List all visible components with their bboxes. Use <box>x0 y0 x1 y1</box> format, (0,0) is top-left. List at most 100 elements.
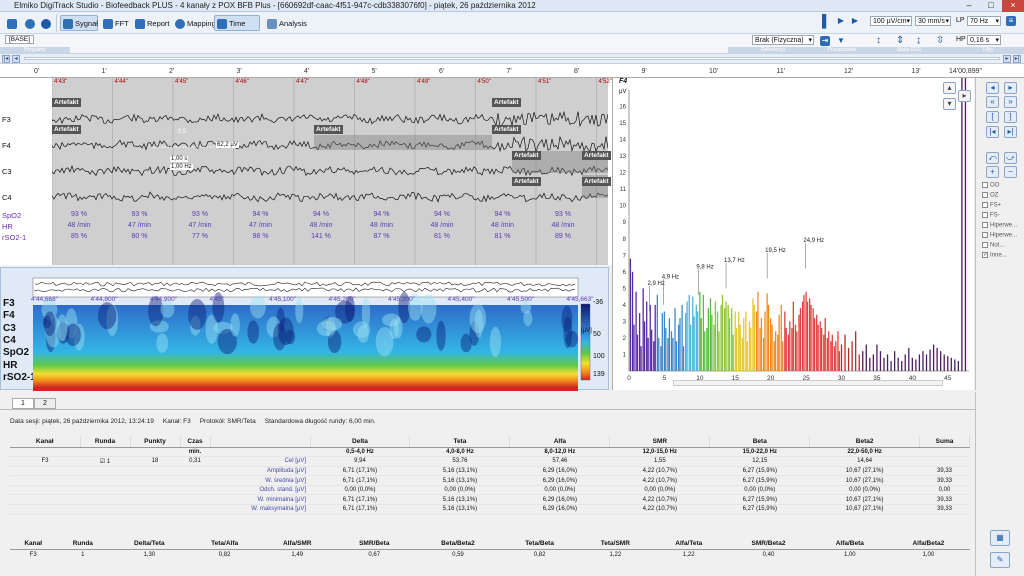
ratio-header: Beta/Beta2 <box>413 538 502 550</box>
checkbox-box[interactable] <box>982 212 988 218</box>
scroll-right-icon[interactable]: ▸ <box>1004 82 1017 94</box>
eeg-panel[interactable]: F3 F4 C3 C4 SpO2 HR rSO2-1 4'43" 4'44" 4'4… <box>0 78 612 265</box>
artefact-tag[interactable]: Artefakt <box>492 98 521 107</box>
checkbox-box[interactable]: ✓ <box>982 252 988 258</box>
ratio-table: Kanał Runda Delta/Teta Teta/Alfa Alfa/SMR SMR… <box>10 538 970 560</box>
round-checkbox[interactable]: ☑ <box>100 459 107 465</box>
scale-down-icon[interactable]: ↨ <box>916 35 921 46</box>
eeg-trace-area[interactable]: 4'43" 4'44" 4'45" 4'46" 4'47" 4'48" 4'49" 4'50"… <box>52 78 612 265</box>
nav-prev-icon[interactable]: ◂ <box>12 55 20 63</box>
tab-round-2[interactable]: 2 <box>34 398 56 409</box>
checkbox-label: FS- <box>990 212 1000 219</box>
toolbar-time-maps[interactable]: Time Maps <box>214 15 260 44</box>
heatmap-blob <box>188 299 207 330</box>
checkbox-box[interactable] <box>982 202 988 208</box>
artefact-tag[interactable]: Artefakt <box>582 151 611 160</box>
checkbox-box[interactable] <box>982 192 988 198</box>
spectrum-scrollbar[interactable] <box>673 380 943 386</box>
checkbox-box[interactable] <box>982 182 988 188</box>
spectrum-panel[interactable]: F4 µV 1 2 3 4 5 6 7 8 9 10 11 12 13 14 15 16 0 5 10 15 20 25 3… <box>612 78 974 390</box>
event-filter-checkbox[interactable]: Not... <box>982 242 1004 249</box>
time-map-panel[interactable]: F3 F4 C3 C4 SpO2 HR rSO2-1 -36 50 100 139 4'44,668… <box>0 267 609 391</box>
app-menu-button[interactable] <box>4 15 20 31</box>
marker-next-icon[interactable]: ⤻ <box>1004 152 1017 164</box>
edit-icon[interactable]: ✎ <box>990 552 1010 568</box>
view-icon[interactable] <box>22 15 38 31</box>
page-right-icon[interactable]: » <box>1004 96 1017 108</box>
artefact-tag[interactable]: Artefakt <box>314 125 343 134</box>
nav-last-icon[interactable]: ▸| <box>1013 55 1021 63</box>
nav-next-icon[interactable]: ▸ <box>1003 55 1011 63</box>
scale-up-icon[interactable]: ↕ <box>876 35 881 46</box>
reference-select[interactable]: Brak (Fizyczna) <box>752 35 814 45</box>
marker-prev-icon[interactable]: ⤺ <box>986 152 999 164</box>
col-points: Punkty <box>130 436 181 448</box>
ratio-cell: F3 <box>29 551 37 558</box>
event-filter-checkbox[interactable]: OO <box>982 182 999 189</box>
time-ruler[interactable]: 0' 1' 2' 3' 4' 5' 6' 7' 8' 9' 10' 11' 12' 13' 14'00,89… <box>0 64 1024 78</box>
hp-select[interactable]: 0,16 s <box>967 35 1001 45</box>
step-icon[interactable]: ▶ <box>850 16 860 26</box>
spectrum-zoom-out-icon[interactable]: ▾ <box>943 98 956 110</box>
event-filter-checkbox[interactable]: ✓ Inne... <box>982 252 1007 259</box>
artefact-tag[interactable]: Artefakt <box>52 125 81 134</box>
ruler-tick: 2' <box>169 68 175 75</box>
lp-label: LP <box>956 17 965 24</box>
checkbox-box[interactable] <box>982 232 988 238</box>
move-down-icon[interactable]: ▼ <box>836 36 846 46</box>
speed-select[interactable]: 30 mm/s <box>915 16 951 26</box>
sensitivity-select[interactable]: 100 µV/cm <box>870 16 912 26</box>
event-filter-checkbox[interactable]: Hiperwe... <box>982 222 1017 229</box>
nav-first-icon[interactable]: |◂ <box>2 55 10 63</box>
spectrum-zoom-in-icon[interactable]: ▴ <box>943 82 956 94</box>
scale-reset-icon[interactable]: ⇳ <box>936 35 944 46</box>
session-channel: Kanał: F3 <box>162 418 191 425</box>
toolbar-fft[interactable]: FFT <box>100 15 129 31</box>
segment-left-icon[interactable]: [ <box>986 111 999 123</box>
artefact-tag[interactable]: Artefakt <box>492 125 521 134</box>
event-filter-checkbox[interactable]: OZ <box>982 192 998 199</box>
timemap-time-label: 4'45,200" <box>328 296 356 303</box>
event-filter-checkbox[interactable]: Hiperwe... <box>982 232 1017 239</box>
event-filter-checkbox[interactable]: FS- <box>982 212 1000 219</box>
go-end-icon[interactable]: ▸| <box>1004 126 1017 138</box>
spectrum-pan-icon[interactable]: ▸ <box>958 90 971 102</box>
checkbox-box[interactable] <box>982 222 988 228</box>
play-icon[interactable]: ▶ <box>836 16 846 26</box>
spectrum-y-tick: 6 <box>623 270 627 276</box>
lp-select[interactable]: 70 Hz <box>967 16 1001 26</box>
base-tab[interactable]: [BASE] <box>5 35 34 44</box>
cursor-icon[interactable]: ▌ <box>822 14 831 28</box>
keyboard-icon[interactable]: ▦ <box>990 530 1010 546</box>
toolbar-report[interactable]: Report <box>132 15 170 31</box>
time-scrollbar[interactable] <box>24 57 1000 60</box>
marker-add-icon[interactable]: + <box>986 166 999 178</box>
toolbar-signal[interactable]: Sygnał <box>60 15 98 31</box>
minimize-button[interactable]: – <box>958 0 980 12</box>
close-button[interactable]: × <box>1002 0 1024 12</box>
artefact-tag[interactable]: Artefakt <box>52 98 81 107</box>
spectrum-y-tick: 15 <box>619 121 626 127</box>
toolbar-analysis[interactable]: Analysis <box>264 15 307 31</box>
table-cell: 39,33 <box>919 494 970 506</box>
scroll-left-icon[interactable]: ◂ <box>986 82 999 94</box>
maximize-button[interactable]: □ <box>980 0 1002 12</box>
table-cell: 0,31 <box>180 456 210 467</box>
tab-round-1[interactable]: 1 <box>12 398 34 409</box>
segment-right-icon[interactable]: ] <box>1004 111 1017 123</box>
scale-more-icon[interactable]: ⇕ <box>896 35 904 46</box>
toolbar-mapping[interactable]: Mapping <box>172 15 216 31</box>
marker-remove-icon[interactable]: − <box>1004 166 1017 178</box>
artefact-tag[interactable]: Artefakt <box>582 177 611 186</box>
artefact-tag[interactable]: Artefakt <box>512 177 541 186</box>
montage-icon[interactable]: ⇥ <box>820 36 830 46</box>
artefact-tag[interactable]: Artefakt <box>512 151 541 160</box>
ruler-tick: 0' <box>34 68 40 75</box>
go-start-icon[interactable]: |◂ <box>986 126 999 138</box>
page-left-icon[interactable]: « <box>986 96 999 108</box>
filter-settings-icon[interactable]: ≡ <box>1006 16 1016 26</box>
event-filter-checkbox[interactable]: FS+ <box>982 202 1001 209</box>
checkbox-box[interactable] <box>982 242 988 248</box>
vital-label-rso2: rSO2-1 <box>2 233 27 242</box>
settings-icon[interactable] <box>38 15 54 31</box>
